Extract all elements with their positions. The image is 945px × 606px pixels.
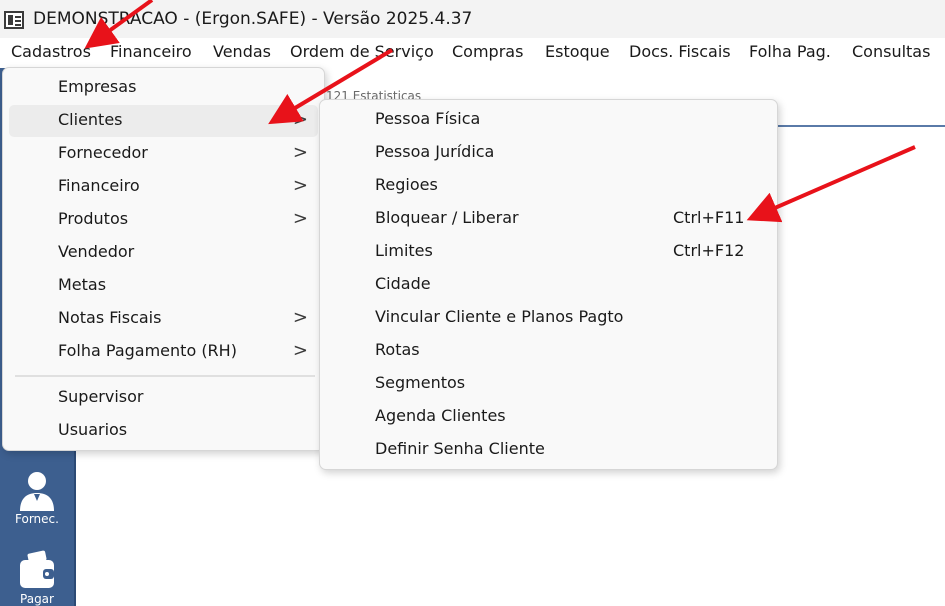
chevron-right-icon: >	[292, 142, 308, 163]
menu-item-cidade[interactable]: Cidade	[326, 269, 771, 301]
title-bar: DEMONSTRACAO - (Ergon.SAFE) - Versão 202…	[0, 0, 945, 38]
menu-item-metas[interactable]: Metas	[9, 270, 318, 302]
menu-item-usuarios[interactable]: Usuarios	[9, 415, 318, 447]
menu-item-label: Fornecedor	[58, 143, 148, 162]
menu-item-rotas[interactable]: Rotas	[326, 335, 771, 367]
chevron-right-icon: >	[292, 208, 308, 229]
menu-item-regioes[interactable]: Regioes	[326, 170, 771, 202]
menu-item-segmentos[interactable]: Segmentos	[326, 368, 771, 400]
menu-estoque[interactable]: Estoque	[545, 42, 610, 61]
menu-item-vincular-cliente-planos[interactable]: Vincular Cliente e Planos Pagto	[326, 302, 771, 334]
menu-item-label: Clientes	[58, 110, 123, 129]
menu-bar: Cadastros Financeiro Vendas Ordem de Ser…	[0, 38, 945, 68]
menu-cadastros[interactable]: Cadastros	[11, 42, 91, 61]
wallet-icon	[20, 550, 54, 588]
arrow-to-ctrl-f11	[746, 145, 916, 223]
menu-item-notas-fiscais[interactable]: Notas Fiscais >	[9, 303, 318, 335]
menu-item-label: Definir Senha Cliente	[375, 439, 545, 458]
menu-separator	[15, 375, 315, 377]
menu-item-label: Folha Pagamento (RH)	[58, 341, 237, 360]
menu-item-produtos[interactable]: Produtos >	[9, 204, 318, 236]
menu-item-label: Produtos	[58, 209, 129, 228]
chevron-right-icon: >	[292, 307, 308, 328]
menu-item-label: Regioes	[375, 175, 438, 194]
clientes-submenu: Pessoa Física Pessoa Jurídica Regioes Bl…	[319, 99, 778, 470]
menu-item-label: Supervisor	[58, 387, 144, 406]
menu-vendas[interactable]: Vendas	[213, 42, 271, 61]
menu-item-folha-pagamento[interactable]: Folha Pagamento (RH) >	[9, 336, 318, 368]
menu-item-label: Limites	[375, 241, 433, 260]
menu-item-label: Empresas	[58, 77, 137, 96]
chevron-right-icon: >	[292, 340, 308, 361]
payables-shortcut-button[interactable]: Pagar	[0, 550, 74, 606]
menu-compras[interactable]: Compras	[452, 42, 523, 61]
menu-item-label: Notas Fiscais	[58, 308, 162, 327]
menu-item-label: Metas	[58, 275, 107, 294]
menu-item-shortcut: Ctrl+F11	[673, 208, 745, 227]
menu-item-label: Rotas	[375, 340, 420, 359]
menu-item-label: Bloquear / Liberar	[375, 208, 519, 227]
menu-item-limites[interactable]: Limites Ctrl+F12	[326, 236, 771, 268]
menu-docs-fiscais[interactable]: Docs. Fiscais	[629, 42, 731, 61]
menu-item-label: Vendedor	[58, 242, 135, 261]
menu-item-label: Pessoa Jurídica	[375, 142, 495, 161]
menu-item-supervisor[interactable]: Supervisor	[9, 382, 318, 414]
window-title: DEMONSTRACAO - (Ergon.SAFE) - Versão 202…	[33, 9, 473, 29]
menu-item-label: Vincular Cliente e Planos Pagto	[375, 307, 624, 326]
menu-item-empresas[interactable]: Empresas	[9, 72, 318, 104]
app-window: DEMONSTRACAO - (Ergon.SAFE) - Versão 202…	[0, 0, 945, 606]
chevron-right-icon: >	[292, 175, 308, 196]
menu-item-definir-senha-cliente[interactable]: Definir Senha Cliente	[326, 434, 771, 466]
menu-consultas[interactable]: Consultas	[852, 42, 930, 61]
supplier-shortcut-button[interactable]: Fornec.	[0, 468, 74, 526]
cadastros-dropdown: Empresas Clientes > Fornecedor > Finance…	[2, 67, 325, 451]
menu-item-fornecedor[interactable]: Fornecedor >	[9, 138, 318, 170]
menu-item-label: Agenda Clientes	[375, 406, 506, 425]
app-window-icon	[4, 11, 24, 29]
supplier-person-icon	[20, 472, 54, 511]
menu-item-bloquear-liberar[interactable]: Bloquear / Liberar Ctrl+F11	[326, 203, 771, 235]
menu-item-shortcut: Ctrl+F12	[673, 241, 745, 260]
menu-item-label: Financeiro	[58, 176, 140, 195]
menu-item-clientes[interactable]: Clientes >	[9, 105, 318, 137]
menu-item-pessoa-juridica[interactable]: Pessoa Jurídica	[326, 137, 771, 169]
menu-item-vendedor[interactable]: Vendedor	[9, 237, 318, 269]
supplier-shortcut-label: Fornec.	[15, 512, 59, 526]
menu-item-financeiro[interactable]: Financeiro >	[9, 171, 318, 203]
menu-financeiro[interactable]: Financeiro	[110, 42, 192, 61]
chevron-right-icon: >	[292, 109, 308, 130]
menu-item-pessoa-fisica[interactable]: Pessoa Física	[326, 104, 771, 136]
payables-shortcut-label: Pagar	[20, 592, 54, 606]
menu-ordem-de-servico[interactable]: Ordem de Serviço	[290, 42, 434, 61]
menu-item-label: Cidade	[375, 274, 431, 293]
menu-item-agenda-clientes[interactable]: Agenda Clientes	[326, 401, 771, 433]
menu-item-label: Usuarios	[58, 420, 128, 439]
menu-item-label: Pessoa Física	[375, 109, 481, 128]
menu-item-label: Segmentos	[375, 373, 466, 392]
menu-folha-pag[interactable]: Folha Pag.	[749, 42, 831, 61]
